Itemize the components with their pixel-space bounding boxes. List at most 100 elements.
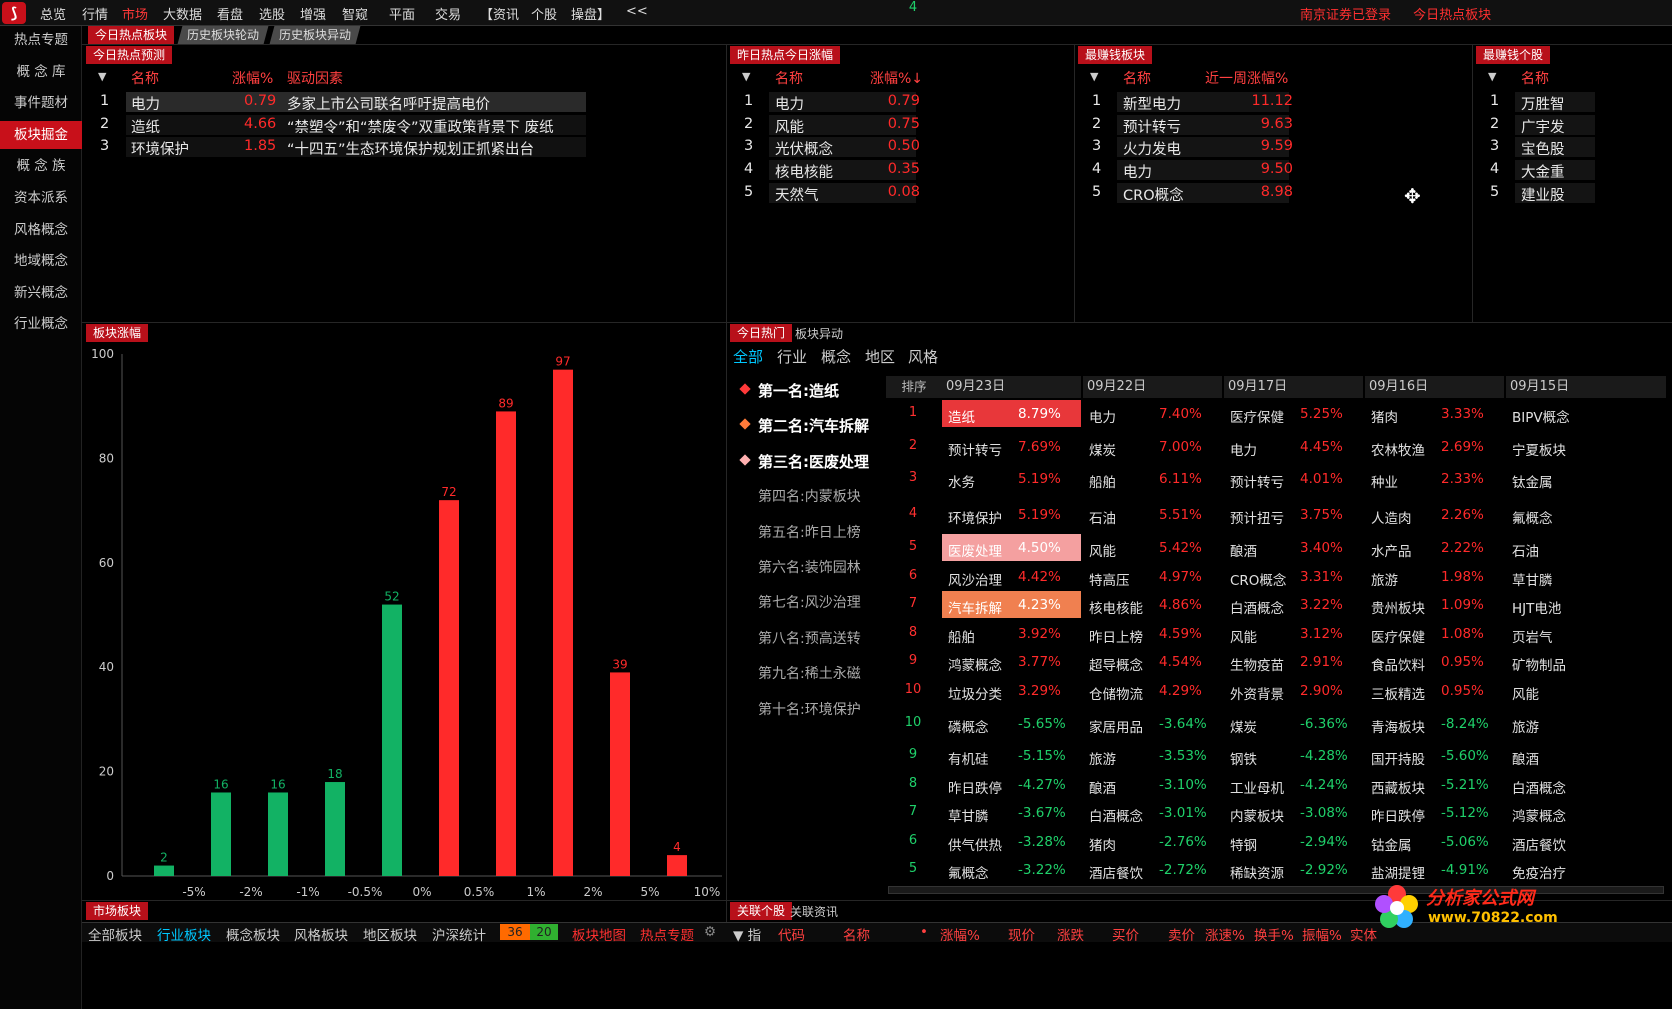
- sort-header[interactable]: 排序: [886, 376, 942, 398]
- top-menu-item[interactable]: 【资讯: [480, 4, 519, 23]
- rank-item[interactable]: 第九名:稀土永磁: [758, 663, 861, 683]
- sidebar-item[interactable]: 地域概念: [0, 247, 82, 275]
- sort-arrow-icon[interactable]: ▼: [1090, 70, 1098, 83]
- grid-name[interactable]: 煤炭: [1230, 716, 1257, 736]
- top-menu-item[interactable]: 总览: [40, 4, 66, 23]
- grid-name[interactable]: 食品饮料: [1371, 654, 1425, 674]
- grid-name[interactable]: 国开持股: [1371, 748, 1425, 768]
- grid-name[interactable]: 石油: [1089, 507, 1116, 527]
- grid-name[interactable]: 种业: [1371, 471, 1398, 491]
- grid-name[interactable]: 白酒概念: [1089, 805, 1143, 825]
- related-col-header[interactable]: 现价: [1008, 924, 1035, 944]
- rank-item[interactable]: 第三名:医废处理: [758, 451, 869, 472]
- top-menu-item[interactable]: 个股: [531, 4, 557, 23]
- col-header-change[interactable]: 涨幅%: [232, 68, 273, 88]
- sort-arrow-icon[interactable]: ▼: [742, 70, 750, 83]
- related-col-header[interactable]: •: [920, 924, 928, 940]
- grid-name[interactable]: 医废处理: [948, 540, 1002, 560]
- sidebar-item[interactable]: 风格概念: [0, 216, 82, 244]
- grid-name[interactable]: HJT电池: [1512, 597, 1561, 617]
- login-status[interactable]: 南京证券已登录: [1300, 8, 1391, 23]
- grid-name[interactable]: 西藏板块: [1371, 777, 1425, 797]
- grid-name[interactable]: 水产品: [1371, 540, 1412, 560]
- grid-name[interactable]: 鸿蒙概念: [948, 654, 1002, 674]
- grid-name[interactable]: 宁夏板块: [1512, 439, 1566, 459]
- grid-name[interactable]: 预计扭亏: [1230, 507, 1284, 527]
- col-header-change[interactable]: 近一周涨幅%: [1205, 68, 1288, 88]
- grid-name[interactable]: 超导概念: [1089, 654, 1143, 674]
- grid-name[interactable]: 钴金属: [1371, 834, 1412, 854]
- grid-name[interactable]: 特钢: [1230, 834, 1257, 854]
- sidebar-item[interactable]: 板块掘金: [0, 120, 82, 149]
- today-hot-link[interactable]: 今日热点板块: [1413, 8, 1491, 23]
- col-header-change[interactable]: 涨幅%↓: [870, 68, 923, 88]
- grid-name[interactable]: 人造肉: [1371, 507, 1412, 527]
- date-header[interactable]: 09月15日: [1506, 376, 1666, 398]
- tab-sector-abnormal[interactable]: 板块异动: [795, 325, 843, 342]
- grid-name[interactable]: 供气供热: [948, 834, 1002, 854]
- filter-tab[interactable]: 行业: [777, 346, 807, 367]
- grid-name[interactable]: 昨日跌停: [948, 777, 1002, 797]
- bar[interactable]: [268, 792, 288, 876]
- grid-name[interactable]: 电力: [1230, 439, 1257, 459]
- related-col-header[interactable]: 名称: [843, 924, 870, 944]
- grid-name[interactable]: 仓储物流: [1089, 683, 1143, 703]
- grid-name[interactable]: 医疗保健: [1230, 406, 1284, 426]
- grid-name[interactable]: 免疫治疗: [1512, 862, 1566, 882]
- grid-name[interactable]: 氟概念: [948, 862, 989, 882]
- related-col-header[interactable]: 卖价: [1168, 924, 1195, 944]
- grid-name[interactable]: 环境保护: [948, 507, 1002, 527]
- market-link[interactable]: 板块地图: [572, 924, 626, 944]
- grid-name[interactable]: 氟概念: [1512, 507, 1553, 527]
- market-tab[interactable]: 全部板块: [88, 924, 142, 944]
- sidebar-item[interactable]: 概 念 库: [0, 58, 82, 86]
- grid-name[interactable]: 贵州板块: [1371, 597, 1425, 617]
- top-menu-item[interactable]: 选股: [259, 4, 285, 23]
- tab-today-hot[interactable]: 今日热点板块: [88, 26, 175, 44]
- grid-name[interactable]: 草甘膦: [948, 805, 989, 825]
- market-tab[interactable]: 概念板块: [226, 924, 280, 944]
- rank-item[interactable]: 第一名:造纸: [758, 380, 839, 401]
- market-tab[interactable]: 风格板块: [294, 924, 348, 944]
- grid-name[interactable]: 垃圾分类: [948, 683, 1002, 703]
- bar[interactable]: [439, 500, 459, 876]
- grid-name[interactable]: 酿酒: [1512, 748, 1539, 768]
- sidebar-item[interactable]: 热点专题: [0, 26, 82, 54]
- grid-name[interactable]: 酿酒: [1230, 540, 1257, 560]
- grid-name[interactable]: BIPV概念: [1512, 406, 1570, 426]
- top-menu-item[interactable]: 平面: [389, 4, 415, 23]
- col-header-name[interactable]: 名称: [775, 68, 803, 88]
- grid-name[interactable]: 草甘膦: [1512, 569, 1553, 589]
- grid-name[interactable]: 有机硅: [948, 748, 989, 768]
- market-tab[interactable]: 地区板块: [363, 924, 417, 944]
- tab-history-rotation[interactable]: 历史板块轮动: [177, 26, 269, 44]
- related-col-header[interactable]: 涨跌: [1057, 924, 1084, 944]
- grid-name[interactable]: 昨日跌停: [1371, 805, 1425, 825]
- grid-name[interactable]: 煤炭: [1089, 439, 1116, 459]
- tab-related-stocks[interactable]: 关联个股: [730, 902, 793, 920]
- app-logo-icon[interactable]: ⟆: [2, 2, 26, 24]
- sort-arrow-icon[interactable]: ▼: [1488, 70, 1496, 83]
- grid-name[interactable]: 内蒙板块: [1230, 805, 1284, 825]
- grid-name[interactable]: 三板精选: [1371, 683, 1425, 703]
- filter-tab[interactable]: 地区: [865, 346, 895, 367]
- col-header-name[interactable]: 名称: [1521, 68, 1549, 88]
- top-menu-item[interactable]: 智窥: [342, 4, 368, 23]
- grid-name[interactable]: 旅游: [1512, 716, 1539, 736]
- grid-name[interactable]: 青海板块: [1371, 716, 1425, 736]
- filter-tab[interactable]: 全部: [733, 346, 763, 367]
- date-header[interactable]: 09月16日: [1365, 376, 1504, 398]
- grid-name[interactable]: 磷概念: [948, 716, 989, 736]
- bar[interactable]: [211, 792, 231, 876]
- grid-name[interactable]: 鸿蒙概念: [1512, 805, 1566, 825]
- grid-name[interactable]: 工业母机: [1230, 777, 1284, 797]
- grid-name[interactable]: 旅游: [1089, 748, 1116, 768]
- grid-name[interactable]: 盐湖提锂: [1371, 862, 1425, 882]
- grid-name[interactable]: 汽车拆解: [948, 597, 1002, 617]
- date-header[interactable]: 09月17日: [1224, 376, 1363, 398]
- tab-today-hot-list[interactable]: 今日热门: [730, 324, 793, 342]
- bar[interactable]: [553, 369, 573, 876]
- grid-name[interactable]: 船舶: [1089, 471, 1116, 491]
- rank-item[interactable]: 第二名:汽车拆解: [758, 415, 869, 436]
- related-col-header[interactable]: 涨速%: [1205, 924, 1245, 944]
